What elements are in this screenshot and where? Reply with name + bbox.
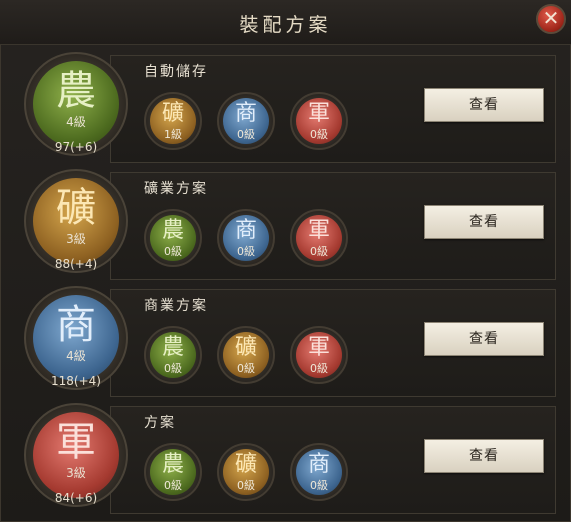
sub-attribute-trade: 商 0級 <box>217 92 275 150</box>
main-attribute-glyph: 軍 <box>56 419 96 465</box>
sub-attribute-level: 0級 <box>237 362 255 375</box>
sub-attribute-glyph: 農 <box>161 452 184 477</box>
main-attribute-points: 88(+4) <box>54 257 98 271</box>
sub-attribute-army: 軍 0級 <box>290 92 348 150</box>
main-attribute-points: 118(+4) <box>51 374 101 388</box>
main-attribute-points: 97(+6) <box>54 140 98 154</box>
sub-attribute-level: 0級 <box>310 245 328 258</box>
sub-attribute-farm: 農 0級 <box>144 209 202 267</box>
trade-orb-icon: 商 0級 <box>296 449 342 495</box>
plan-row: 自動儲存礦 1級 商 0級 軍 0級 查看 <box>110 55 556 163</box>
main-attribute-level: 4級 <box>66 115 86 129</box>
plan-row: 礦業方案農 0級 商 0級 軍 0級 查看 <box>110 172 556 280</box>
sub-attribute-trade: 商 0級 <box>290 443 348 501</box>
sub-attribute-farm: 農 0級 <box>144 326 202 384</box>
sub-attribute-glyph: 商 <box>234 101 257 126</box>
sub-attribute-glyph: 礦 <box>234 335 257 360</box>
mine-orb-icon: 礦 0級 <box>223 449 269 495</box>
plan-name: 商業方案 <box>144 298 208 314</box>
mine-orb-icon: 礦 0級 <box>223 332 269 378</box>
sub-attribute-glyph: 礦 <box>161 101 184 126</box>
sub-attribute-level: 0級 <box>164 245 182 258</box>
plan-name: 自動儲存 <box>144 64 208 80</box>
main-attribute-glyph: 農 <box>56 68 96 114</box>
view-button[interactable]: 查看 <box>424 88 544 122</box>
trade-orb-icon: 商 0級 <box>223 215 269 261</box>
sub-attribute-trade: 商 0級 <box>217 209 275 267</box>
mine-orb-icon: 礦 1級 <box>150 98 196 144</box>
main-attribute-glyph: 商 <box>56 302 96 348</box>
sub-attribute-level: 1級 <box>164 128 182 141</box>
sub-attribute-mine: 礦 1級 <box>144 92 202 150</box>
view-button[interactable]: 查看 <box>424 205 544 239</box>
army-orb-icon: 軍 0級 <box>296 215 342 261</box>
sub-attribute-glyph: 礦 <box>234 452 257 477</box>
sub-attribute-glyph: 商 <box>234 218 257 243</box>
main-attribute-glyph: 礦 <box>56 185 96 231</box>
farm-orb-icon: 農 4級 <box>33 61 119 147</box>
view-button[interactable]: 查看 <box>424 439 544 473</box>
sub-attribute-level: 0級 <box>237 245 255 258</box>
army-orb-icon: 軍 3級 <box>33 412 119 498</box>
sub-attribute-mine: 礦 0級 <box>217 443 275 501</box>
sub-attribute-glyph: 軍 <box>307 335 330 360</box>
window-title: 裝配方案 <box>239 14 332 36</box>
sub-attribute-level: 0級 <box>237 479 255 492</box>
sub-attribute-level: 0級 <box>310 479 328 492</box>
farm-orb-icon: 農 0級 <box>150 332 196 378</box>
sub-attribute-mine: 礦 0級 <box>217 326 275 384</box>
sub-attribute-level: 0級 <box>310 362 328 375</box>
trade-orb-icon: 商 0級 <box>223 98 269 144</box>
sub-attribute-level: 0級 <box>164 362 182 375</box>
trade-orb-icon: 商 4級 <box>33 295 119 381</box>
main-attribute-level: 3級 <box>66 232 86 246</box>
plan-row: 方案農 0級 礦 0級 商 0級 查看 <box>110 406 556 514</box>
sub-attribute-level: 0級 <box>237 128 255 141</box>
plan-row: 商業方案農 0級 礦 0級 軍 0級 查看 <box>110 289 556 397</box>
sub-attribute-level: 0級 <box>164 479 182 492</box>
main-attribute-points: 84(+6) <box>54 491 98 505</box>
main-attribute-level: 3級 <box>66 466 86 480</box>
close-icon: ✕ <box>542 6 560 30</box>
sub-attribute-level: 0級 <box>310 128 328 141</box>
farm-orb-icon: 農 0級 <box>150 215 196 261</box>
farm-orb-icon: 農 0級 <box>150 449 196 495</box>
sub-attribute-army: 軍 0級 <box>290 209 348 267</box>
army-orb-icon: 軍 0級 <box>296 332 342 378</box>
sub-attribute-farm: 農 0級 <box>144 443 202 501</box>
sub-attribute-glyph: 農 <box>161 335 184 360</box>
plan-name: 礦業方案 <box>144 181 208 197</box>
close-button[interactable]: ✕ <box>536 4 566 34</box>
mine-orb-icon: 礦 3級 <box>33 178 119 264</box>
view-button[interactable]: 查看 <box>424 322 544 356</box>
sub-attribute-glyph: 農 <box>161 218 184 243</box>
army-orb-icon: 軍 0級 <box>296 98 342 144</box>
sub-attribute-army: 軍 0級 <box>290 326 348 384</box>
sub-attribute-glyph: 軍 <box>307 218 330 243</box>
plan-name: 方案 <box>144 415 176 431</box>
title-bar: 裝配方案 <box>0 0 571 45</box>
main-attribute-level: 4級 <box>66 349 86 363</box>
sub-attribute-glyph: 軍 <box>307 101 330 126</box>
sub-attribute-glyph: 商 <box>307 452 330 477</box>
